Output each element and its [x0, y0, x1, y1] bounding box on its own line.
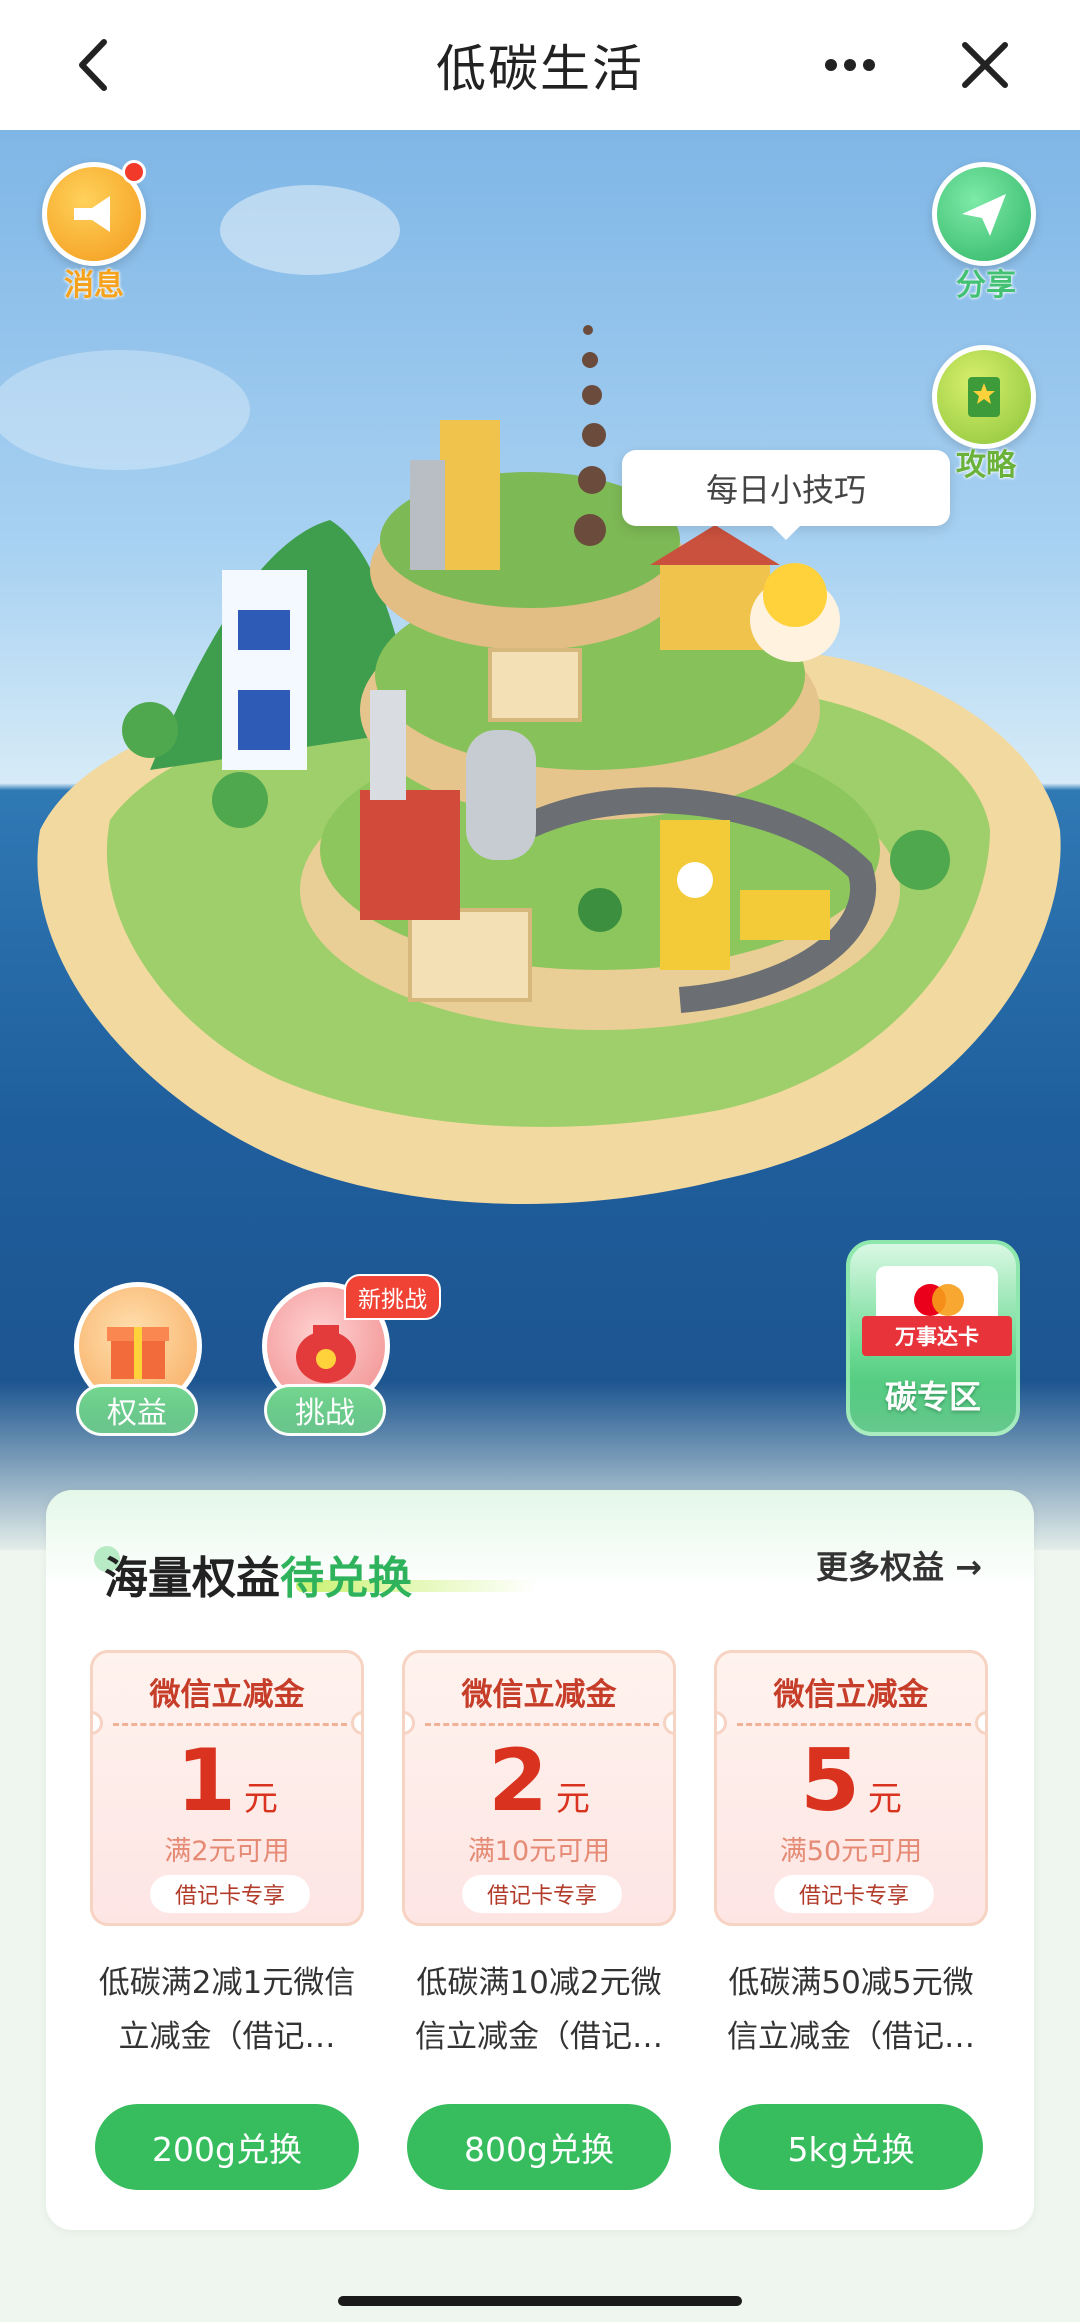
paper-plane-icon[interactable]	[932, 162, 1036, 266]
card-description: 低碳满50减5元微信立减金（借记…	[727, 1965, 975, 2055]
reward-card: 微信立减金 2元 满10元可用 借记卡专享 低碳满10减2元微信立减金（借记… …	[402, 1650, 676, 2190]
mastercard-ribbon: 万事达卡	[862, 1316, 1012, 1356]
coupon-tag: 借记卡专享	[462, 1875, 622, 1913]
home-indicator[interactable]	[338, 2296, 742, 2306]
card-description: 低碳满10减2元微信立减金（借记…	[415, 1965, 663, 2055]
coupon-condition: 满2元可用	[164, 1836, 290, 1867]
chevron-left-icon[interactable]	[60, 30, 130, 100]
coupon-tag: 借记卡专享	[774, 1875, 934, 1913]
guide-book-icon[interactable]	[932, 345, 1036, 449]
reward-card: 微信立减金 5元 满50元可用 借记卡专享 低碳满50减5元微信立减金（借记… …	[714, 1650, 988, 2190]
rights-panel-title: 海量权益待兑换	[104, 1553, 412, 1604]
page-title: 低碳生活	[436, 40, 644, 98]
coupon[interactable]: 微信立减金 2元 满10元可用 借记卡专享	[402, 1650, 676, 1926]
top-nav-bar: 低碳生活	[0, 0, 1080, 130]
reward-card: 微信立减金 1元 满2元可用 借记卡专享 低碳满2减1元微信立减金（借记… 20…	[90, 1650, 364, 2190]
exchange-button[interactable]: 800g兑换	[407, 2104, 671, 2190]
message-label[interactable]: 消息	[24, 260, 164, 304]
new-challenge-badge: 新挑战	[344, 1274, 441, 1320]
close-icon[interactable]	[950, 30, 1020, 100]
exchange-button[interactable]: 5kg兑换	[719, 2104, 983, 2190]
low-carbon-page: 低碳生活 消息 分享 攻略 每日小技巧 新挑战 万事达卡 海量权益待兑换 更多权…	[0, 0, 1080, 2322]
share-label[interactable]: 分享	[916, 260, 1056, 304]
daily-tip-bubble[interactable]: 每日小技巧	[622, 450, 950, 540]
coupon-tag: 借记卡专享	[150, 1875, 310, 1913]
coupon-amount: 5元	[800, 1731, 902, 1831]
more-rights-link[interactable]: 更多权益 →	[816, 1542, 982, 1588]
rights-panel: 海量权益待兑换 更多权益 → 微信立减金 1元 满2元可用 借记卡专享 低碳满2…	[46, 1490, 1034, 2230]
ellipsis-icon[interactable]	[815, 35, 885, 95]
unread-dot	[122, 160, 146, 184]
card-description: 低碳满2减1元微信立减金（借记…	[98, 1965, 356, 2055]
exchange-button[interactable]: 200g兑换	[95, 2104, 359, 2190]
coupon-amount: 1元	[176, 1731, 278, 1831]
coupon[interactable]: 微信立减金 1元 满2元可用 借记卡专享	[90, 1650, 364, 1926]
coupon[interactable]: 微信立减金 5元 满50元可用 借记卡专享	[714, 1650, 988, 1926]
island-scene: 消息 分享 攻略 每日小技巧 权益 挑战 新挑战 万事达卡 碳专区	[0, 130, 1080, 1550]
coupon-amount: 2元	[488, 1731, 590, 1831]
coupon-condition: 满50元可用	[779, 1836, 923, 1867]
coupon-condition: 满10元可用	[467, 1836, 611, 1867]
